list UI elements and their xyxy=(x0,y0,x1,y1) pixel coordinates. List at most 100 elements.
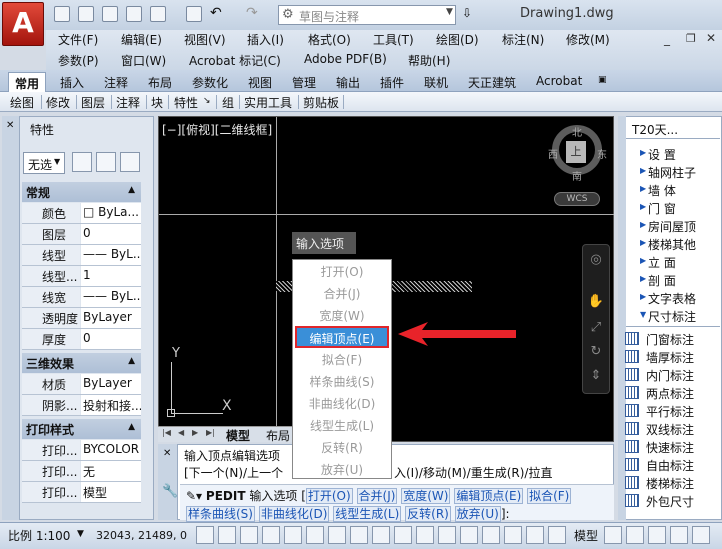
grid-icon[interactable] xyxy=(240,526,258,544)
option-spline[interactable]: 样条曲线(S) xyxy=(186,506,255,522)
t20-door-window-dim[interactable]: 门窗标注 xyxy=(646,331,694,348)
annotation-scale[interactable]: 比例 1:100 xyxy=(8,527,70,544)
menu-item-open[interactable]: 打开(O) xyxy=(293,261,391,283)
select-objects-icon[interactable] xyxy=(96,152,116,172)
undo-icon[interactable]: ↶ xyxy=(210,5,222,21)
tab-layout[interactable]: 布局 xyxy=(142,72,178,92)
layout-grid-icon[interactable] xyxy=(604,526,622,544)
option-fit[interactable]: 拟合(F) xyxy=(527,488,572,504)
t20-quick-dim[interactable]: 快速标注 xyxy=(646,439,694,456)
option-decurve[interactable]: 非曲线化(D) xyxy=(258,506,330,522)
panel-expand-icon[interactable]: ↘ xyxy=(203,96,211,106)
clean-screen-icon[interactable] xyxy=(692,526,710,544)
menu-file[interactable]: 文件(F) xyxy=(58,31,98,48)
t20-free-dim[interactable]: 自由标注 xyxy=(646,457,694,474)
ribbon-toggle-icon[interactable]: ▣ xyxy=(598,75,607,85)
group-plot-style[interactable]: 打印样式 ▲ xyxy=(22,419,141,439)
new-file-icon[interactable] xyxy=(54,6,70,22)
menu-modify[interactable]: 修改(M) xyxy=(566,31,610,48)
group-3d-effects[interactable]: 三维效果 ▲ xyxy=(22,353,141,373)
chevron-down-icon[interactable]: ▼ xyxy=(77,529,84,539)
selection-cycling-icon[interactable] xyxy=(482,526,500,544)
t20-stair-dim[interactable]: 楼梯标注 xyxy=(646,475,694,492)
t20-category-elevation[interactable]: ▶ 立 面 xyxy=(640,254,676,271)
toggle-pickadd-icon[interactable] xyxy=(72,152,92,172)
print-icon[interactable] xyxy=(186,6,202,22)
menu-help[interactable]: 帮助(H) xyxy=(408,52,450,69)
open-folder-icon[interactable] xyxy=(78,6,94,22)
quick-properties-icon[interactable] xyxy=(460,526,478,544)
workspace-select[interactable]: 草图与注释 xyxy=(278,5,456,25)
tab-home[interactable]: 常用 xyxy=(8,72,47,92)
collapse-icon[interactable]: ▲ xyxy=(128,422,135,432)
tab-annotate[interactable]: 注释 xyxy=(98,72,134,92)
t20-category-doors-windows[interactable]: ▶ 门 窗 xyxy=(640,200,676,217)
menu-item-ltype-gen[interactable]: 线型生成(L) xyxy=(293,415,391,437)
menu-tools[interactable]: 工具(T) xyxy=(373,31,414,48)
menu-item-fit[interactable]: 拟合(F) xyxy=(293,349,391,371)
t20-outer-dim[interactable]: 外包尺寸 xyxy=(646,493,694,510)
option-reverse[interactable]: 反转(R) xyxy=(405,506,451,522)
tab-insert[interactable]: 插入 xyxy=(54,72,90,92)
palette-title-strip[interactable] xyxy=(2,116,20,520)
quick-access-more-icon[interactable]: ⇩ xyxy=(462,6,472,20)
compass-east[interactable]: 东 xyxy=(597,146,607,161)
panel-draw[interactable]: 绘图 xyxy=(10,94,34,111)
panel-modify[interactable]: 修改 xyxy=(46,94,70,111)
wcs-menu[interactable]: WCS xyxy=(554,192,600,206)
polar-icon[interactable] xyxy=(284,526,302,544)
panel-utilities[interactable]: 实用工具 xyxy=(244,94,292,111)
option-undo[interactable]: 放弃(U) xyxy=(454,506,501,522)
annotation-monitor-icon[interactable] xyxy=(504,526,522,544)
compass-west[interactable]: 西 xyxy=(548,146,558,161)
menu-format[interactable]: 格式(O) xyxy=(308,31,351,48)
next-layout-icon[interactable]: ▶ xyxy=(192,428,198,437)
option-open[interactable]: 打开(O) xyxy=(305,488,353,504)
close-icon[interactable]: ✕ xyxy=(163,448,171,459)
t20-inner-door-dim[interactable]: 内门标注 xyxy=(646,367,694,384)
viewport-icon[interactable] xyxy=(626,526,644,544)
collapse-icon[interactable]: ▲ xyxy=(128,185,135,195)
collapse-icon[interactable]: ▲ xyxy=(128,356,135,366)
t20-category-stairs-other[interactable]: ▶ 楼梯其他 xyxy=(640,236,696,253)
compass-north[interactable]: 北 xyxy=(572,124,582,139)
menu-view[interactable]: 视图(V) xyxy=(184,31,226,48)
compass-south[interactable]: 南 xyxy=(572,168,582,183)
option-edit-vertex[interactable]: 编辑顶点(E) xyxy=(454,488,524,504)
lock-icon[interactable] xyxy=(526,526,544,544)
tab-output[interactable]: 输出 xyxy=(330,72,366,92)
tab-tangent[interactable]: 天正建筑 xyxy=(462,72,522,92)
menu-dimension[interactable]: 标注(N) xyxy=(502,31,544,48)
restore-icon[interactable]: ❐ xyxy=(686,32,696,45)
tab-view[interactable]: 视图 xyxy=(242,72,278,92)
dyn-icon[interactable] xyxy=(394,526,412,544)
palette-close-icon[interactable]: ✕ xyxy=(6,120,14,131)
infer-constraints-icon[interactable] xyxy=(196,526,214,544)
viewcube-top-face[interactable]: 上 xyxy=(566,141,586,163)
panel-clipboard[interactable]: 剪贴板 xyxy=(303,94,339,111)
workspace-gear-icon[interactable] xyxy=(648,526,666,544)
menu-adobe-pdf[interactable]: Adobe PDF(B) xyxy=(304,52,387,66)
group-general[interactable]: 常规 ▲ xyxy=(22,182,141,202)
plot-icon[interactable] xyxy=(150,6,166,22)
t20-parallel-dim[interactable]: 平行标注 xyxy=(646,403,694,420)
panel-properties[interactable]: 特性 xyxy=(174,94,198,111)
panel-group[interactable]: 组 xyxy=(222,94,234,111)
minimize-icon[interactable]: _ xyxy=(664,32,670,46)
panel-layers[interactable]: 图层 xyxy=(81,94,105,111)
t20-category-walls[interactable]: ▶ 墙 体 xyxy=(640,182,676,199)
snap-icon[interactable] xyxy=(218,526,236,544)
menu-item-spline[interactable]: 样条曲线(S) xyxy=(293,371,391,393)
option-ltype-gen[interactable]: 线型生成(L) xyxy=(333,506,402,522)
first-layout-icon[interactable]: |◀ xyxy=(162,428,171,437)
chevron-down-icon[interactable]: ▼ xyxy=(54,157,60,166)
menu-acrobat-markup[interactable]: Acrobat 标记(C) xyxy=(189,52,281,69)
t20-two-point-dim[interactable]: 两点标注 xyxy=(646,385,694,402)
menu-item-width[interactable]: 宽度(W) xyxy=(293,305,391,327)
last-layout-icon[interactable]: ▶| xyxy=(206,428,215,437)
option-width[interactable]: 宽度(W) xyxy=(401,488,451,504)
t20-category-dimensions[interactable]: ▼ 尺寸标注 xyxy=(640,308,696,325)
menu-item-join[interactable]: 合并(J) xyxy=(293,283,391,305)
menu-draw[interactable]: 绘图(D) xyxy=(436,31,479,48)
panel-annotation[interactable]: 注释 xyxy=(116,94,140,111)
